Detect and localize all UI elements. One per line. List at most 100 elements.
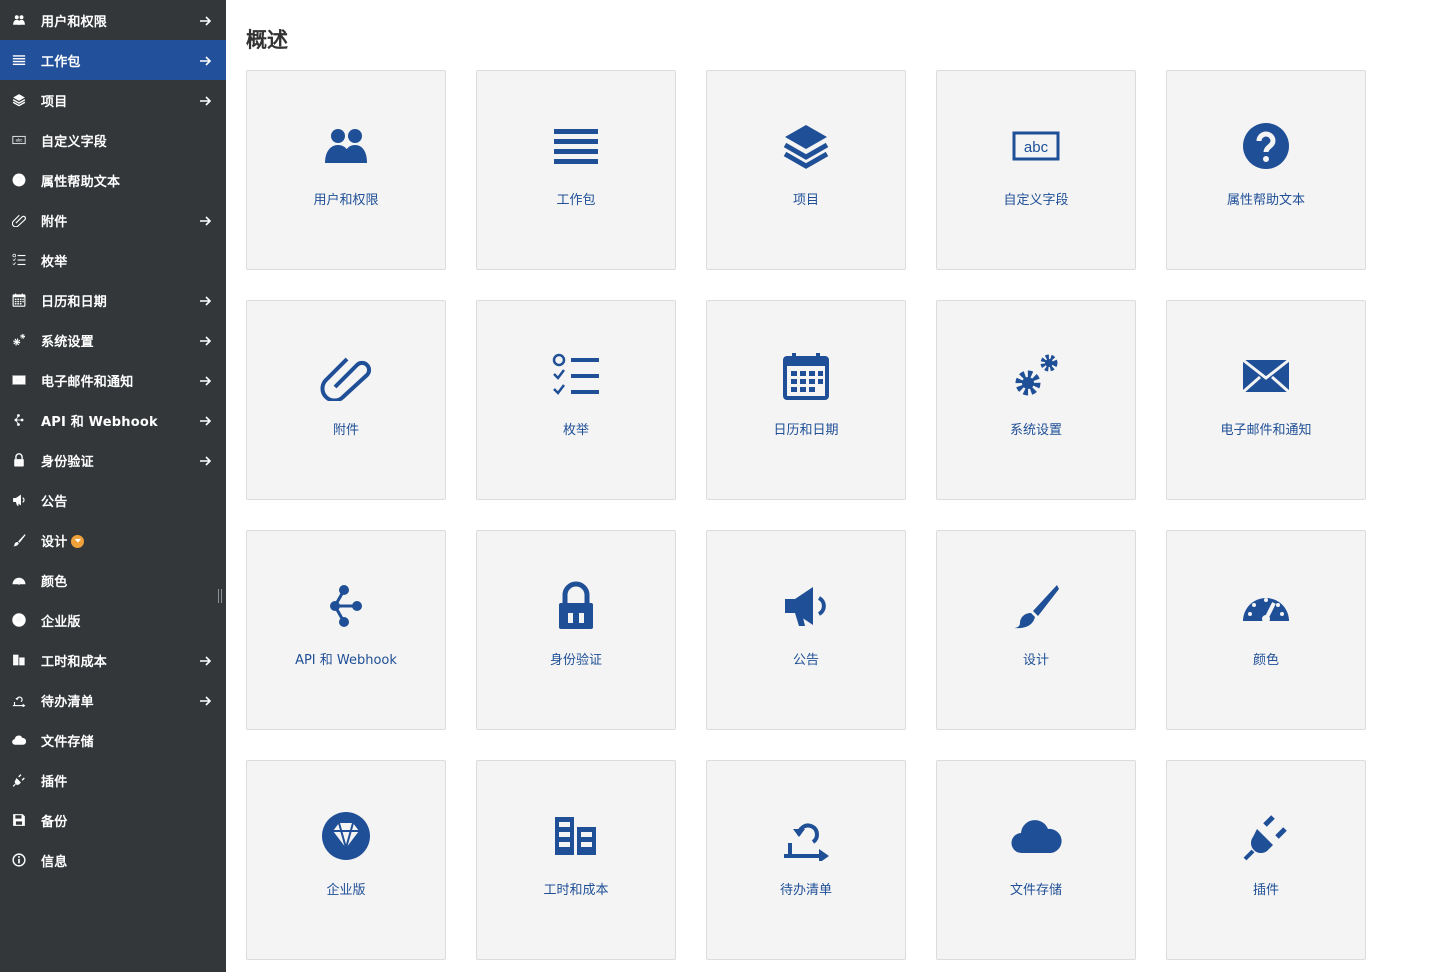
sidebar-item-backup[interactable]: 备份: [0, 800, 226, 840]
sidebar-item-attachments[interactable]: 附件: [0, 200, 226, 240]
sidebar-item-label: 工时和成本: [41, 654, 108, 670]
enumerations-icon: [549, 351, 603, 401]
sidebar-item-custom-fields[interactable]: abc 自定义字段: [0, 120, 226, 160]
webhook-icon: [319, 581, 373, 631]
arrow-right-icon: [199, 213, 213, 227]
sidebar-item-authentication[interactable]: 身份验证: [0, 440, 226, 480]
tile-colors[interactable]: 颜色: [1166, 530, 1366, 730]
sidebar-item-colors[interactable]: 颜色: [0, 560, 226, 600]
tile-file-storages[interactable]: 文件存储: [936, 760, 1136, 960]
sidebar-item-attribute-help-texts[interactable]: 属性帮助文本: [0, 160, 226, 200]
tile-api-webhooks[interactable]: API 和 Webhook: [246, 530, 446, 730]
sidebar-item-file-storages[interactable]: 文件存储: [0, 720, 226, 760]
sidebar-item-announcements[interactable]: 公告: [0, 480, 226, 520]
diamond-icon: [12, 613, 26, 627]
tile-label: 附件: [332, 423, 359, 438]
tile-announcements[interactable]: 公告: [706, 530, 906, 730]
sidebar-item-time-costs[interactable]: 工时和成本: [0, 640, 226, 680]
arrow-right-icon: [199, 293, 213, 307]
sidebar-item-label: 企业版: [41, 614, 81, 630]
tile-work-packages[interactable]: 工作包: [476, 70, 676, 270]
plug-icon: [1239, 811, 1293, 861]
sidebar-item-enumerations[interactable]: 枚举: [0, 240, 226, 280]
page-title: 概述: [246, 28, 288, 52]
sidebar-item-api-webhooks[interactable]: API 和 Webhook: [0, 400, 226, 440]
info-icon: [12, 853, 26, 867]
sidebar-item-projects[interactable]: 项目: [0, 80, 226, 120]
tile-system-settings[interactable]: 系统设置: [936, 300, 1136, 500]
arrow-right-icon: [199, 453, 213, 467]
arrow-right-icon: [199, 333, 213, 347]
sidebar-item-system-settings[interactable]: 系统设置: [0, 320, 226, 360]
tile-label: 插件: [1252, 883, 1279, 898]
tile-label: API 和 Webhook: [295, 653, 397, 668]
work-packages-icon: [12, 53, 26, 67]
sidebar-item-enterprise[interactable]: 企业版: [0, 600, 226, 640]
tile-projects[interactable]: 项目: [706, 70, 906, 270]
tile-label: 日历和日期: [773, 423, 839, 438]
megaphone-icon: [12, 493, 26, 507]
tile-plugins[interactable]: 插件: [1166, 760, 1366, 960]
sidebar-item-label: 工作包: [41, 54, 81, 70]
sidebar-item-label: API 和 Webhook: [41, 414, 158, 430]
sidebar-item-email-notifications[interactable]: 电子邮件和通知: [0, 360, 226, 400]
gears-icon: [1009, 351, 1063, 401]
sidebar-item-information[interactable]: 信息: [0, 840, 226, 880]
tile-label: 颜色: [1252, 653, 1279, 668]
gauge-icon: [12, 573, 26, 587]
users-icon: [319, 121, 373, 171]
tile-label: 项目: [792, 193, 819, 208]
sidebar-item-label: 自定义字段: [41, 134, 108, 150]
tile-design[interactable]: 设计: [936, 530, 1136, 730]
sidebar-item-label: 枚举: [41, 254, 68, 270]
sidebar-item-design[interactable]: 设计: [0, 520, 226, 560]
tile-label: 待办清单: [779, 883, 832, 898]
tile-attribute-help-texts[interactable]: 属性帮助文本: [1166, 70, 1366, 270]
tile-users[interactable]: 用户和权限: [246, 70, 446, 270]
sidebar-item-backlogs[interactable]: 待办清单: [0, 680, 226, 720]
tile-label: 系统设置: [1009, 423, 1062, 438]
tile-label: 设计: [1022, 653, 1049, 668]
tile-label: 枚举: [562, 423, 589, 438]
tile-enterprise[interactable]: 企业版: [246, 760, 446, 960]
calendar-icon: [12, 293, 26, 307]
tile-authentication[interactable]: 身份验证: [476, 530, 676, 730]
arrow-right-icon: [199, 373, 213, 387]
tile-backlogs[interactable]: 待办清单: [706, 760, 906, 960]
backlogs-icon: [779, 811, 833, 861]
arrow-right-icon: [199, 13, 213, 27]
tile-label: 电子邮件和通知: [1220, 423, 1312, 438]
tile-email-notifications[interactable]: 电子邮件和通知: [1166, 300, 1366, 500]
sidebar-item-users[interactable]: 用户和权限: [0, 0, 226, 40]
arrow-right-icon: [199, 693, 213, 707]
sidebar-item-plugins[interactable]: 插件: [0, 760, 226, 800]
lock-icon: [12, 453, 26, 467]
tile-label: 身份验证: [549, 653, 602, 668]
tile-time-costs[interactable]: 工时和成本: [476, 760, 676, 960]
layers-icon: [779, 121, 833, 171]
sidebar-item-label: 日历和日期: [41, 294, 108, 310]
tile-label: 企业版: [326, 883, 366, 898]
sidebar-item-label: 设计: [41, 534, 68, 550]
sidebar-item-label: 项目: [41, 94, 68, 110]
tile-label: 公告: [792, 653, 819, 668]
layers-icon: [12, 93, 26, 107]
svg-text:abc: abc: [1024, 139, 1049, 156]
time-cost-icon: [12, 653, 26, 667]
help-icon: [1239, 121, 1293, 171]
sidebar-item-label: 身份验证: [41, 454, 94, 470]
sidebar-item-work-packages[interactable]: 工作包: [0, 40, 226, 80]
sidebar-item-label: 系统设置: [41, 334, 94, 350]
cloud-icon: [12, 733, 26, 747]
tile-custom-fields[interactable]: abc 自定义字段: [936, 70, 1136, 270]
users-icon: [12, 13, 26, 27]
sidebar-item-label: 电子邮件和通知: [41, 374, 134, 390]
sidebar-resize-handle[interactable]: [218, 589, 222, 603]
tile-attachments[interactable]: 附件: [246, 300, 446, 500]
tile-calendars-dates[interactable]: 日历和日期: [706, 300, 906, 500]
tile-enumerations[interactable]: 枚举: [476, 300, 676, 500]
custom-field-icon: abc: [12, 133, 26, 147]
work-packages-icon: [549, 121, 603, 171]
sidebar-item-calendars-dates[interactable]: 日历和日期: [0, 280, 226, 320]
tile-label: 自定义字段: [1003, 193, 1069, 208]
